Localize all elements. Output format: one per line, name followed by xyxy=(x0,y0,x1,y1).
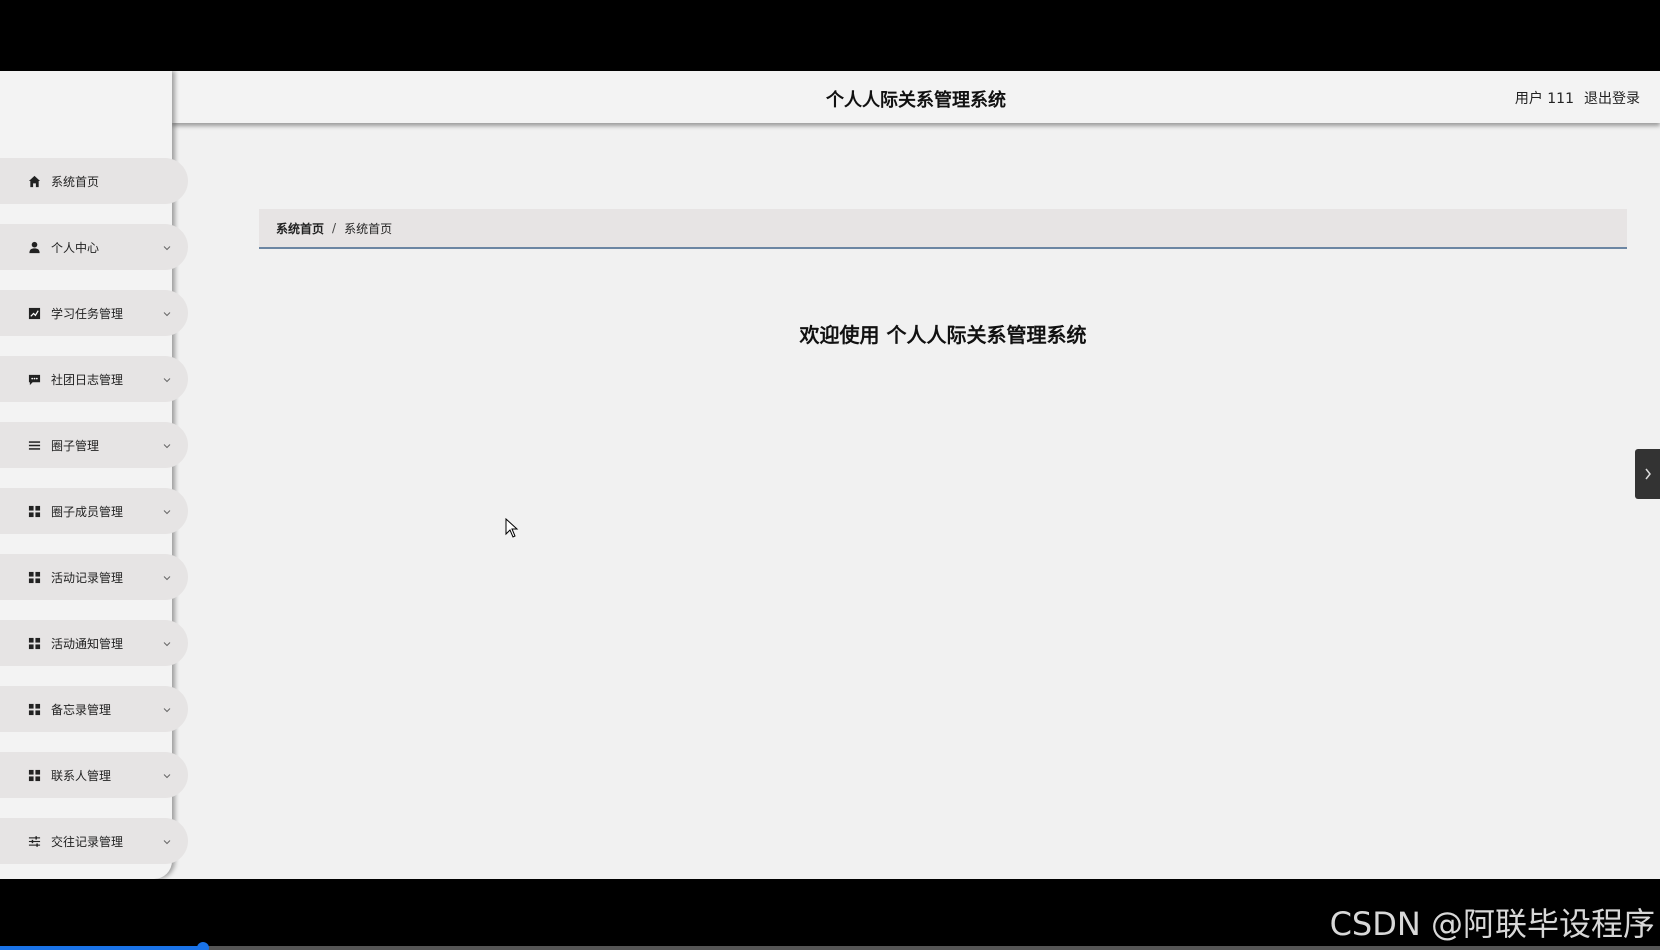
sidebar-item-label: 活动通知管理 xyxy=(51,636,124,651)
app-title: 个人人际关系管理系统 xyxy=(826,90,1006,111)
chat-icon xyxy=(27,372,41,386)
sliders-icon xyxy=(27,834,41,848)
chevron-down-icon xyxy=(162,502,172,515)
user-label: 用户 111 xyxy=(1514,91,1574,107)
chevron-down-icon xyxy=(162,832,172,845)
breadcrumb: 系统首页 / 系统首页 xyxy=(259,209,1627,249)
chevron-down-icon xyxy=(162,304,172,317)
logout-link[interactable]: 退出登录 xyxy=(1584,88,1640,108)
sidebar-item-label: 学习任务管理 xyxy=(51,306,124,321)
side-panel-toggle[interactable] xyxy=(1635,449,1660,499)
sidebar-item-label: 圈子管理 xyxy=(51,438,100,453)
chart-icon xyxy=(27,306,41,320)
sidebar-menu: 系统首页个人中心学习任务管理 社团日志管理 圈子管理圈子成员管理 活动记录管理 活动通知… xyxy=(0,158,190,879)
grid-icon xyxy=(27,636,41,650)
user-area: 用户 111 退出登录 xyxy=(1515,88,1640,108)
chevron-down-icon xyxy=(162,568,172,581)
chevron-down-icon xyxy=(162,766,172,779)
sidebar-item-label: 备忘录管理 xyxy=(51,702,112,717)
chevron-down-icon xyxy=(162,238,172,251)
chevron-down-icon xyxy=(162,370,172,383)
sidebar-item-label: 社团日志管理 xyxy=(51,372,124,387)
sidebar-item-5[interactable]: 圈子成员管理 xyxy=(0,488,188,534)
sidebar-item-label: 个人中心 xyxy=(51,240,100,255)
sidebar-item-0[interactable]: 系统首页 xyxy=(0,158,188,204)
sidebar-item-8[interactable]: 备忘录管理 xyxy=(0,686,188,732)
video-progress-fill xyxy=(0,946,203,950)
video-letterbox-top xyxy=(0,0,1660,71)
chevron-down-icon xyxy=(162,436,172,449)
sidebar-item-label: 活动记录管理 xyxy=(51,570,124,585)
mouse-cursor-icon xyxy=(505,518,519,538)
video-progress-knob[interactable] xyxy=(196,942,209,950)
welcome-heading: 欢迎使用 个人人际关系管理系统 xyxy=(799,323,1087,347)
sidebar-item-1[interactable]: 个人中心 xyxy=(0,224,188,270)
grid-icon xyxy=(27,570,41,584)
grid-icon xyxy=(27,768,41,782)
sidebar-item-label: 交往记录管理 xyxy=(51,834,124,849)
chevron-down-icon xyxy=(162,700,172,713)
app-window: 个人人际关系管理系统 用户 111 退出登录 系统首页个人中心学习任务管理 社团日… xyxy=(0,71,1660,879)
home-icon xyxy=(27,174,41,188)
sidebar-item-2[interactable]: 学习任务管理 xyxy=(0,290,188,336)
breadcrumb-separator: / xyxy=(332,221,337,235)
sidebar-item-6[interactable]: 活动记录管理 xyxy=(0,554,188,600)
sidebar: 系统首页个人中心学习任务管理 社团日志管理 圈子管理圈子成员管理 活动记录管理 活动通知… xyxy=(0,71,188,879)
sidebar-item-7[interactable]: 活动通知管理 xyxy=(0,620,188,666)
chevron-down-icon xyxy=(162,634,172,647)
breadcrumb-home-link[interactable]: 系统首页 xyxy=(276,220,324,237)
sidebar-item-10[interactable]: 交往记录管理 xyxy=(0,818,188,864)
chevron-right-icon xyxy=(1644,468,1651,480)
sidebar-item-3[interactable]: 社团日志管理 xyxy=(0,356,188,402)
sidebar-item-4[interactable]: 圈子管理 xyxy=(0,422,188,468)
breadcrumb-current: 系统首页 xyxy=(344,221,393,236)
video-progress-bar[interactable] xyxy=(0,942,1660,950)
header: 个人人际关系管理系统 用户 111 退出登录 xyxy=(172,71,1660,123)
list-icon xyxy=(27,438,41,452)
sidebar-item-label: 圈子成员管理 xyxy=(51,504,124,519)
sidebar-item-label: 系统首页 xyxy=(51,174,100,189)
sidebar-item-9[interactable]: 联系人管理 xyxy=(0,752,188,798)
person-icon xyxy=(27,240,41,254)
grid-icon xyxy=(27,504,41,518)
video-letterbox-bottom: CSDN @阿联毕设程序 xyxy=(0,879,1660,950)
sidebar-item-label: 联系人管理 xyxy=(51,768,112,783)
grid-icon xyxy=(27,702,41,716)
watermark: CSDN @阿联毕设程序 xyxy=(1329,905,1655,943)
